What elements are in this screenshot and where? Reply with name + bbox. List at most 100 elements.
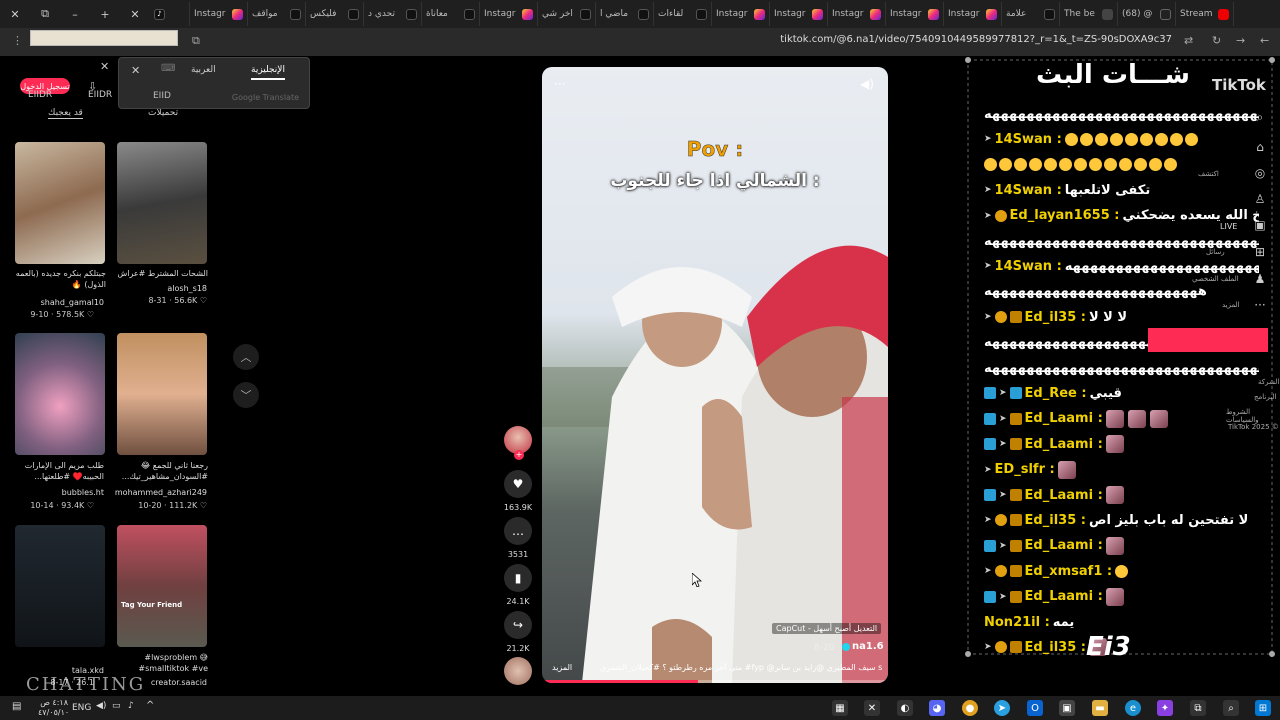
clock[interactable]: ٤:١٨ ص ٤٧/٠٥/١٠ (38, 698, 69, 718)
video-thumbnail[interactable] (15, 142, 105, 264)
sound-avatar[interactable] (504, 657, 532, 685)
volume-icon[interactable]: ◀) (96, 701, 106, 711)
thumb-username[interactable]: bubbles.ht (10, 488, 104, 497)
close-window-icon[interactable]: ✕ (0, 0, 30, 28)
thumb-username[interactable]: mohammed_azhari249 (113, 488, 207, 497)
browser-tab[interactable]: Stream (1176, 2, 1234, 26)
browser-tab[interactable]: Instagr (886, 2, 944, 26)
tab-close-icon[interactable]: ✕ (120, 0, 150, 28)
following-icon[interactable]: ♙ (1252, 192, 1268, 208)
video-progress-bar[interactable] (542, 680, 888, 683)
battery-icon[interactable]: ▭ (112, 701, 121, 711)
start-icon[interactable]: ⊞ (1255, 700, 1271, 716)
close-icon[interactable]: ✕ (131, 64, 140, 77)
discord-icon[interactable]: ◕ (929, 700, 945, 716)
app-icon[interactable]: ✕ (864, 700, 880, 716)
share-button[interactable]: ↪ (504, 611, 532, 639)
browser-tab[interactable]: Instagr (828, 2, 886, 26)
browser-tab[interactable]: Instagr (944, 2, 1002, 26)
live-icon[interactable]: ▣ (1252, 218, 1268, 234)
video-thumbnail[interactable]: Tag Your Friend (117, 525, 207, 647)
video-thumbnail[interactable] (117, 333, 207, 455)
profile-icon[interactable]: ♟ (1252, 272, 1268, 288)
footer-link[interactable]: الشركة (1258, 378, 1279, 386)
task-view-icon[interactable]: ⧉ (1190, 700, 1206, 716)
mic-icon[interactable]: ♪ (128, 701, 134, 711)
tab-downloads[interactable]: تحميلات (148, 108, 178, 118)
browser-tab[interactable]: ماضي ا (596, 2, 654, 26)
footer-link[interactable]: البرنامج (1254, 393, 1276, 401)
outlook-icon[interactable]: O (1027, 700, 1043, 716)
chat-message: ➤ Ed_Laami : (984, 586, 1259, 608)
tab-for-you[interactable]: قد يعجبك (48, 108, 83, 119)
telegram-icon[interactable]: ➤ (994, 700, 1010, 716)
browser-tab[interactable]: معاناة (422, 2, 480, 26)
video-thumbnail[interactable] (15, 333, 105, 455)
crying-laugh-emoji-icon (1014, 158, 1027, 172)
url-field[interactable]: tiktok.com/@6.na1/video/7540910449589977… (780, 34, 1172, 45)
browser-tab[interactable]: Instagr (770, 2, 828, 26)
browser-tab[interactable]: Instagr (712, 2, 770, 26)
video-username[interactable]: na1.6 (852, 641, 884, 652)
explore-icon[interactable]: ◎ (1252, 166, 1268, 182)
home-icon[interactable]: ⌂ (1252, 140, 1268, 156)
restore-window-icon[interactable]: ⧉ (30, 0, 60, 28)
screenshot-icon[interactable]: ⧉ (192, 34, 200, 48)
sidebar-label: اكتشف (1198, 170, 1219, 178)
menu-icon[interactable]: ⋮ (12, 34, 23, 47)
close-icon[interactable]: ✕ (100, 60, 109, 73)
browser-tab[interactable]: فليكس (306, 2, 364, 26)
upload-icon[interactable]: ⊞ (1252, 245, 1268, 261)
forward-icon[interactable]: → (1236, 34, 1245, 47)
browser-tab[interactable]: علامة (1002, 2, 1060, 26)
video-thumbnail[interactable] (15, 525, 105, 647)
lang-option-english[interactable]: الإنجليزية (251, 65, 285, 80)
minimize-window-icon[interactable]: – (60, 0, 90, 28)
search-icon[interactable]: ⌕ (1252, 110, 1268, 126)
comment-button[interactable]: … (504, 517, 532, 545)
browser-tab[interactable]: مواقف (248, 2, 306, 26)
browser-tab[interactable]: تحدي د (364, 2, 422, 26)
notification-icon[interactable]: ▤ (12, 701, 21, 712)
volume-icon[interactable]: ◀) (860, 77, 874, 91)
more-icon[interactable]: ··· (1252, 298, 1268, 314)
video-player[interactable]: ··· ◀) Pov : الشمالي اذا جاء للجنوب : Ca… (542, 67, 888, 683)
footer-link[interactable]: الشروط والسياسات (1226, 408, 1280, 424)
browser-tab[interactable]: ♪ (150, 2, 190, 26)
chrome-icon[interactable]: ● (962, 700, 978, 716)
app-icon[interactable]: ✦ (1157, 700, 1173, 716)
save-button[interactable]: ▮ (504, 564, 532, 592)
browser-tab[interactable]: The be (1060, 2, 1118, 26)
store-icon[interactable]: ▣ (1059, 700, 1075, 716)
browser-tab[interactable]: (68) @ (1118, 2, 1176, 26)
more-options-icon[interactable]: ··· (554, 77, 565, 91)
app-icon[interactable]: ◐ (897, 700, 913, 716)
browser-tab[interactable]: لقاءات (654, 2, 712, 26)
back-icon[interactable]: ← (1260, 34, 1269, 47)
more-link[interactable]: المزيد (552, 663, 572, 672)
tray-lang[interactable]: ENG (72, 703, 91, 713)
browser-tab[interactable]: آخر شي (538, 2, 596, 26)
youtube-icon (1218, 8, 1229, 20)
browser-tab[interactable]: Instagr (480, 2, 538, 26)
tray-expand-icon[interactable]: ^ (146, 700, 154, 711)
reload-icon[interactable]: ↻ (1212, 34, 1221, 47)
follow-plus-icon[interactable]: + (514, 450, 524, 460)
app-icon[interactable]: ▦ (832, 700, 848, 716)
scroll-up-button[interactable]: ︿ (233, 344, 259, 370)
search-icon[interactable]: ⌕ (1223, 700, 1239, 716)
crown-badge-icon (1009, 489, 1022, 501)
like-button[interactable]: ♥ (504, 470, 532, 498)
folder-icon[interactable]: ▬ (1092, 700, 1108, 716)
browser-tab[interactable]: Instagr (190, 2, 248, 26)
capcut-tag[interactable]: CapCut - التعديل أصبح أسهل (772, 623, 882, 634)
scroll-down-button[interactable]: ﹀ (233, 382, 259, 408)
thumb-username[interactable]: shahd_gamal10 (10, 298, 104, 307)
gamepad-icon: ⌨ (161, 63, 176, 74)
thumb-username[interactable]: alosh_s18 (113, 284, 207, 293)
new-tab-button[interactable]: + (90, 0, 120, 28)
video-thumbnail[interactable] (117, 142, 207, 264)
translate-icon[interactable]: ⇄ (1184, 34, 1193, 47)
lang-option-arabic[interactable]: العربية (191, 65, 216, 75)
edge-icon[interactable]: e (1125, 700, 1141, 716)
